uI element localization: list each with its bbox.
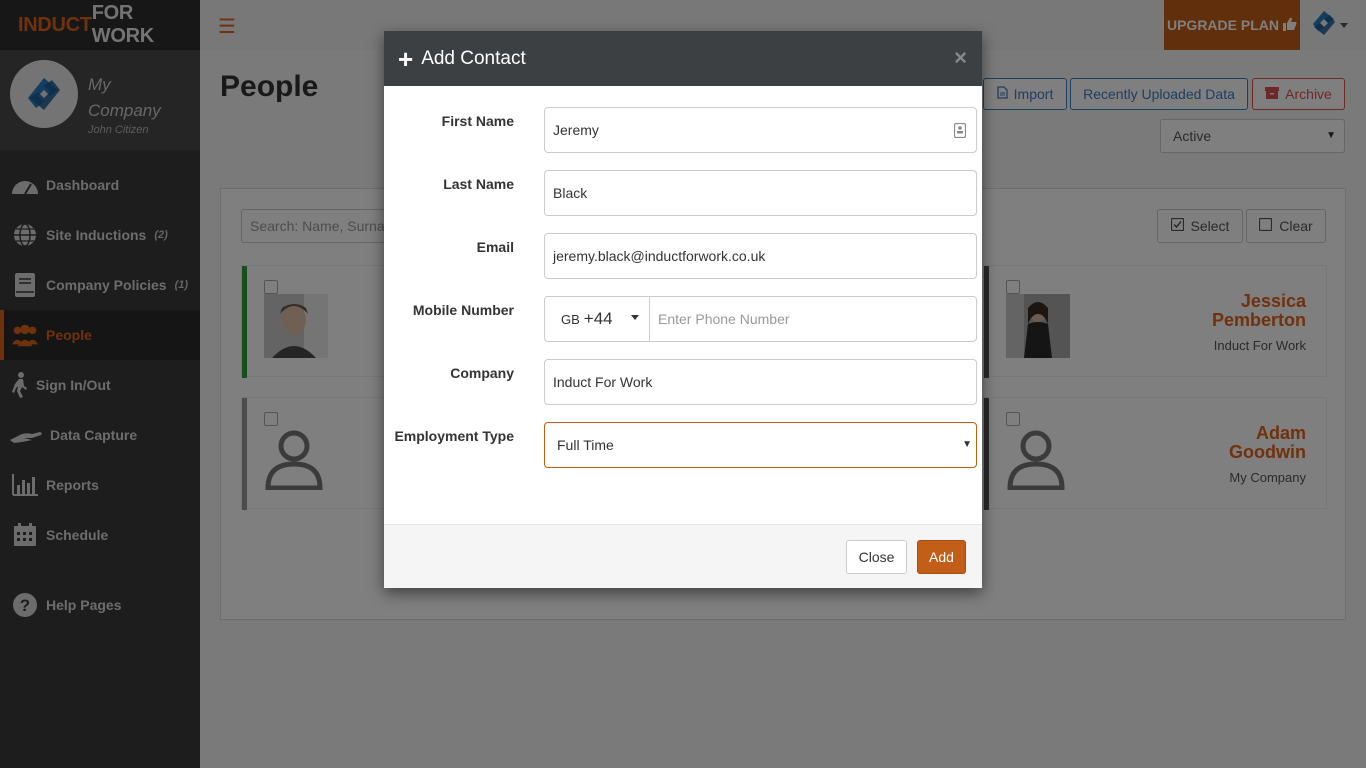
first-name-field[interactable]: Jeremy [544, 107, 977, 153]
phone-number-input[interactable]: Enter Phone Number [649, 296, 977, 342]
employment-type-label: Employment Type [394, 428, 514, 444]
add-button[interactable]: Add [917, 540, 966, 574]
modal-footer: Close Add [384, 524, 982, 588]
company-field[interactable]: Induct For Work [544, 359, 977, 405]
last-name-field[interactable]: Black [544, 170, 977, 216]
employment-type-select[interactable]: Full Time ▼ [544, 422, 977, 468]
chevron-down-icon [631, 315, 639, 320]
contact-card-icon [953, 122, 967, 141]
country-code-select[interactable]: GB +44 [544, 296, 650, 342]
select-caret-icon: ▼ [962, 439, 972, 450]
plus-icon: + [398, 43, 414, 74]
company-row: Company Induct For Work [384, 359, 982, 405]
first-name-value: Jeremy [553, 122, 599, 138]
last-name-row: Last Name Black [384, 170, 982, 216]
company-label: Company [450, 365, 514, 381]
first-name-label: First Name [441, 113, 514, 129]
country-code: +44 [583, 309, 613, 328]
modal-header: + Add Contact × [384, 31, 982, 86]
close-button[interactable]: Close [846, 540, 907, 574]
employment-type-row: Employment Type Full Time ▼ [384, 422, 982, 468]
mobile-row: Mobile Number GB +44 Enter Phone Number [384, 296, 982, 342]
mobile-label: Mobile Number [412, 302, 514, 318]
email-label: Email [476, 239, 514, 255]
email-row: Email jeremy.black@inductforwork.co.uk [384, 233, 982, 279]
country-iso: GB [561, 311, 580, 327]
email-field[interactable]: jeremy.black@inductforwork.co.uk [544, 233, 977, 279]
last-name-label: Last Name [443, 176, 514, 192]
modal-title: Add Contact [421, 47, 526, 69]
close-icon[interactable]: × [954, 45, 967, 71]
modal-body: First Name Jeremy Last Name Black Email … [384, 86, 982, 524]
mobile-number-group: GB +44 Enter Phone Number [544, 296, 977, 342]
first-name-row: First Name Jeremy [384, 107, 982, 153]
add-contact-modal: + Add Contact × First Name Jeremy Last N… [384, 31, 982, 588]
employment-type-value: Full Time [557, 437, 614, 453]
